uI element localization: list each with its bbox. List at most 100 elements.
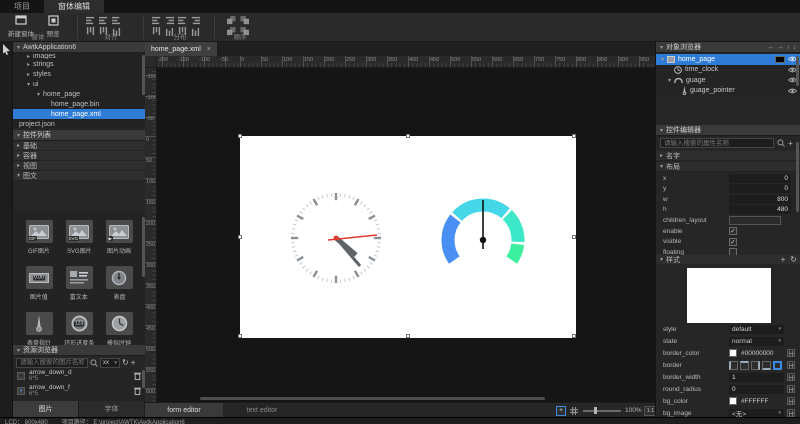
prop-y-input[interactable]	[729, 184, 791, 193]
widget-svg-image[interactable]: SVG SVG图片	[59, 220, 99, 265]
section-name[interactable]: 名字	[656, 151, 800, 161]
widget-image-value[interactable]: 0.00 图片值	[19, 266, 59, 311]
resize-handle-sw[interactable]	[238, 334, 242, 338]
grid-toggle-button[interactable]	[569, 406, 579, 416]
design-canvas[interactable]	[157, 68, 655, 402]
visible-checkbox[interactable]: ✓	[729, 238, 737, 246]
align-middle-icon[interactable]	[99, 16, 108, 25]
more-icon[interactable]	[787, 397, 795, 405]
align-top-icon[interactable]	[86, 16, 95, 25]
prop-h-input[interactable]	[729, 205, 791, 214]
section-layout[interactable]: 布局	[656, 162, 800, 172]
more-icon[interactable]	[787, 373, 795, 381]
more-icon[interactable]	[787, 385, 795, 393]
border-bottom-button[interactable]	[762, 361, 771, 370]
align-bottom-icon[interactable]	[112, 16, 121, 25]
section-style[interactable]: 样式 +↻	[656, 255, 800, 265]
round-radius-input[interactable]	[729, 385, 784, 394]
border-all-button[interactable]	[773, 361, 782, 370]
trash-icon[interactable]	[134, 387, 141, 395]
border-top-button[interactable]	[740, 361, 749, 370]
resize-handle-n[interactable]	[406, 134, 410, 138]
object-node-home-page[interactable]: home_page	[656, 54, 800, 65]
object-tree-scrollbar[interactable]	[796, 56, 799, 86]
tab-fonts[interactable]: 字体	[79, 401, 145, 417]
category-basic[interactable]: 基础	[13, 141, 145, 151]
resource-browser-header[interactable]: 资源浏览器	[13, 345, 145, 356]
tree-item-project-json[interactable]: project.json	[13, 119, 145, 128]
more-icon[interactable]	[787, 409, 795, 417]
resource-filter-dropdown[interactable]: xx▾	[100, 358, 120, 368]
gauge-widget[interactable]	[448, 200, 518, 260]
refresh-style-icon[interactable]: ↻	[790, 255, 797, 264]
category-container[interactable]: 容器	[13, 151, 145, 161]
close-icon[interactable]: ×	[207, 46, 211, 53]
distribute-h-center-icon[interactable]	[165, 16, 174, 25]
project-selector[interactable]: AwtkApplication6	[13, 42, 145, 53]
menu-tab-project[interactable]: 项目	[0, 0, 44, 13]
add-prop-button[interactable]: +	[788, 139, 793, 148]
tree-item-strings[interactable]: strings	[13, 59, 145, 69]
enable-checkbox[interactable]: ✓	[729, 227, 737, 235]
prop-editor-header[interactable]: 控件编辑器	[656, 125, 800, 136]
tab-images[interactable]: 图片	[13, 401, 79, 417]
widget-rich-text[interactable]: 富文本	[59, 266, 99, 311]
pick-tool-button[interactable]	[0, 42, 13, 56]
tab-text-editor[interactable]: text editor	[223, 403, 301, 418]
snap-tool-button[interactable]: +	[556, 406, 566, 416]
object-browser-header[interactable]: 对象浏览器 ←→↑↓	[656, 42, 800, 53]
children-layout-input[interactable]	[729, 216, 781, 225]
tree-item-styles[interactable]: styles	[13, 69, 145, 79]
distribute-h-left-icon[interactable]	[152, 16, 161, 25]
resize-handle-w[interactable]	[238, 235, 242, 239]
trash-icon[interactable]	[134, 372, 141, 380]
bg-color-swatch[interactable]	[729, 397, 737, 405]
add-style-button[interactable]: +	[781, 255, 786, 264]
send-back-icon[interactable]	[240, 16, 249, 25]
resize-handle-ne[interactable]	[572, 134, 576, 138]
category-view[interactable]: 视图	[13, 161, 145, 171]
prop-scrollbar[interactable]	[796, 142, 799, 212]
object-node-guage[interactable]: guage	[656, 75, 800, 86]
border-width-input[interactable]	[729, 373, 784, 382]
resource-item-arrow-down-d[interactable]: ▾ arrow_down_d6*5	[13, 369, 145, 384]
refresh-icon[interactable]: ↻	[122, 358, 129, 367]
tree-item-home-page[interactable]: home_page	[13, 89, 145, 99]
widget-gauge[interactable]: 表盘	[99, 266, 139, 311]
zoom-slider-thumb[interactable]	[594, 407, 597, 414]
time-clock-widget[interactable]	[291, 193, 381, 283]
widget-image-animation[interactable]: ▶ 图片动画	[99, 220, 139, 265]
prop-w-input[interactable]	[729, 195, 791, 204]
resize-handle-se[interactable]	[572, 334, 576, 338]
widget-list-header[interactable]: 控件列表	[13, 130, 145, 141]
resource-item-arrow-down-f[interactable]: ▾ arrow_down_f6*5	[13, 384, 145, 399]
tree-item-home-page-bin[interactable]: home_page.bin	[13, 99, 145, 109]
distribute-h-space-icon[interactable]	[191, 16, 200, 25]
move-right-icon[interactable]: →	[777, 44, 784, 51]
tree-item-ui[interactable]: ui	[13, 79, 145, 89]
border-color-swatch[interactable]	[729, 349, 737, 357]
border-right-button[interactable]	[751, 361, 760, 370]
move-down-icon[interactable]: ↓	[793, 44, 796, 51]
resize-handle-s[interactable]	[406, 334, 410, 338]
tree-item-home-page-xml[interactable]: home_page.xml	[13, 109, 145, 119]
more-icon[interactable]	[787, 349, 795, 357]
widget-gif-image[interactable]: GIF GIF图片	[19, 220, 59, 265]
form-home-page[interactable]	[240, 136, 576, 338]
move-up-icon[interactable]: ↑	[787, 44, 790, 51]
prop-search-input[interactable]	[660, 138, 774, 148]
zoom-slider-track[interactable]	[583, 410, 621, 412]
object-node-guage-pointer[interactable]: guage_pointer	[656, 86, 800, 97]
category-graphic[interactable]: 图文	[13, 171, 145, 181]
tab-home-page-xml[interactable]: home_page.xml ×	[145, 42, 217, 56]
menu-tab-form-edit[interactable]: 窗体编辑	[44, 0, 104, 13]
resize-handle-nw[interactable]	[238, 134, 242, 138]
border-left-button[interactable]	[729, 361, 738, 370]
object-node-time-clock[interactable]: time_clock	[656, 65, 800, 76]
add-resource-button[interactable]: +	[131, 358, 136, 367]
more-icon[interactable]	[787, 361, 795, 369]
prop-x-input[interactable]	[729, 174, 791, 183]
move-left-icon[interactable]: ←	[768, 44, 775, 51]
canvas-hscrollbar[interactable]	[200, 397, 545, 401]
state-dropdown[interactable]: normal	[729, 337, 784, 346]
